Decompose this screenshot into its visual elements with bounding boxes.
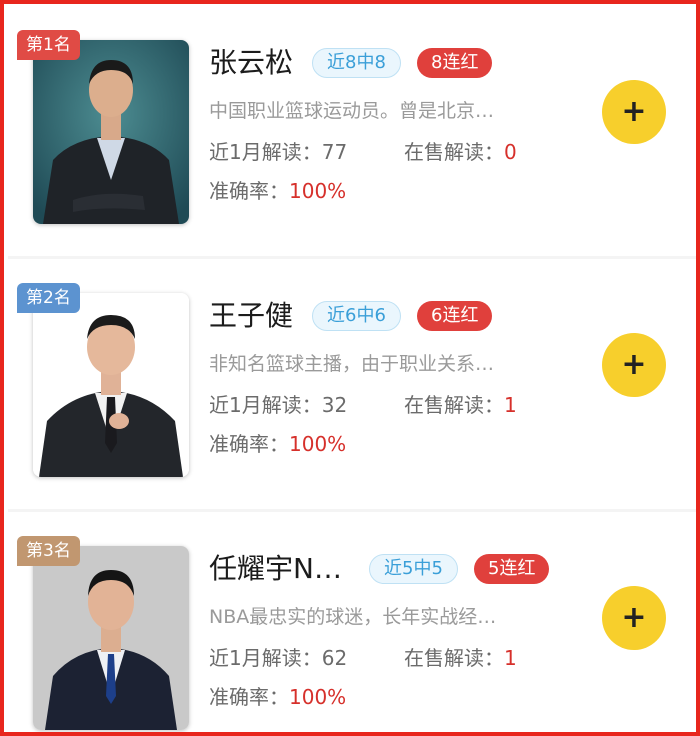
- expert-description: 中国职业篮球运动员。曾是北京…: [209, 100, 495, 122]
- on-sale-readings: 在售解读：0: [404, 139, 517, 165]
- on-sale-label: 在售解读：: [404, 140, 504, 164]
- record-badge: 近8中8: [312, 48, 401, 78]
- expert-name[interactable]: 张云松: [209, 46, 293, 80]
- expert-description: NBA最忠实的球迷，长年实战经…: [209, 606, 497, 628]
- month-readings-label: 近1月解读：: [209, 140, 322, 164]
- expert-ranking-list: 第1名 张云松 近8中8 8连红 中国职业篮球运动员。曾是北京… 近1月解读：7…: [0, 0, 700, 736]
- expert-avatar[interactable]: [33, 40, 189, 224]
- accuracy: 准确率：100%: [209, 178, 346, 204]
- rank-badge: 第2名: [17, 283, 80, 313]
- accuracy-label: 准确率：: [209, 179, 289, 203]
- accuracy-label: 准确率：: [209, 432, 289, 456]
- plus-icon: +: [621, 600, 647, 635]
- follow-button[interactable]: +: [602, 333, 666, 397]
- accuracy-value: 100%: [289, 432, 347, 456]
- follow-button[interactable]: +: [602, 80, 666, 144]
- on-sale-value: 1: [504, 646, 517, 670]
- expert-card[interactable]: 第2名 王子健 近6中6 6连红 非知名篮球主播，由于职业关系… 近1月解读：3…: [8, 261, 696, 512]
- follow-button[interactable]: +: [602, 586, 666, 650]
- on-sale-value: 1: [504, 393, 517, 417]
- expert-name[interactable]: 王子健: [209, 299, 293, 333]
- month-readings: 近1月解读：77: [209, 139, 347, 165]
- rank-badge: 第1名: [17, 30, 80, 60]
- expert-avatar[interactable]: [33, 293, 189, 477]
- month-readings-value: 77: [321, 140, 348, 164]
- divider: [8, 256, 696, 259]
- on-sale-value: 0: [504, 140, 517, 164]
- accuracy-label: 准确率：: [209, 685, 289, 709]
- month-readings-value: 32: [321, 393, 348, 417]
- streak-badge: 5连红: [474, 554, 550, 584]
- month-readings-label: 近1月解读：: [209, 646, 322, 670]
- accuracy: 准确率：100%: [209, 684, 346, 710]
- expert-card[interactable]: 第1名 张云松 近8中8 8连红 中国职业篮球运动员。曾是北京… 近1月解读：7…: [8, 8, 696, 259]
- streak-badge: 6连红: [417, 301, 493, 331]
- on-sale-readings: 在售解读：1: [404, 645, 517, 671]
- record-badge: 近5中5: [369, 554, 458, 584]
- record-badge: 近6中6: [312, 301, 401, 331]
- expert-name[interactable]: 任耀宇N…: [209, 552, 342, 586]
- plus-icon: +: [621, 347, 647, 382]
- month-readings-label: 近1月解读：: [209, 393, 322, 417]
- on-sale-label: 在售解读：: [404, 646, 504, 670]
- on-sale-label: 在售解读：: [404, 393, 504, 417]
- expert-avatar[interactable]: [33, 546, 189, 730]
- month-readings-value: 62: [321, 646, 348, 670]
- expert-description: 非知名篮球主播，由于职业关系…: [209, 353, 495, 375]
- divider: [8, 509, 696, 512]
- month-readings: 近1月解读：32: [209, 392, 347, 418]
- accuracy-value: 100%: [289, 685, 347, 709]
- month-readings: 近1月解读：62: [209, 645, 347, 671]
- plus-icon: +: [621, 94, 647, 129]
- expert-card[interactable]: 第3名 任耀宇N… 近5中5 5连红 NBA最忠实的球迷，长年实战经… 近1月解…: [8, 514, 696, 732]
- accuracy: 准确率：100%: [209, 431, 346, 457]
- streak-badge: 8连红: [417, 48, 493, 78]
- accuracy-value: 100%: [289, 179, 347, 203]
- rank-badge: 第3名: [17, 536, 80, 566]
- on-sale-readings: 在售解读：1: [404, 392, 517, 418]
